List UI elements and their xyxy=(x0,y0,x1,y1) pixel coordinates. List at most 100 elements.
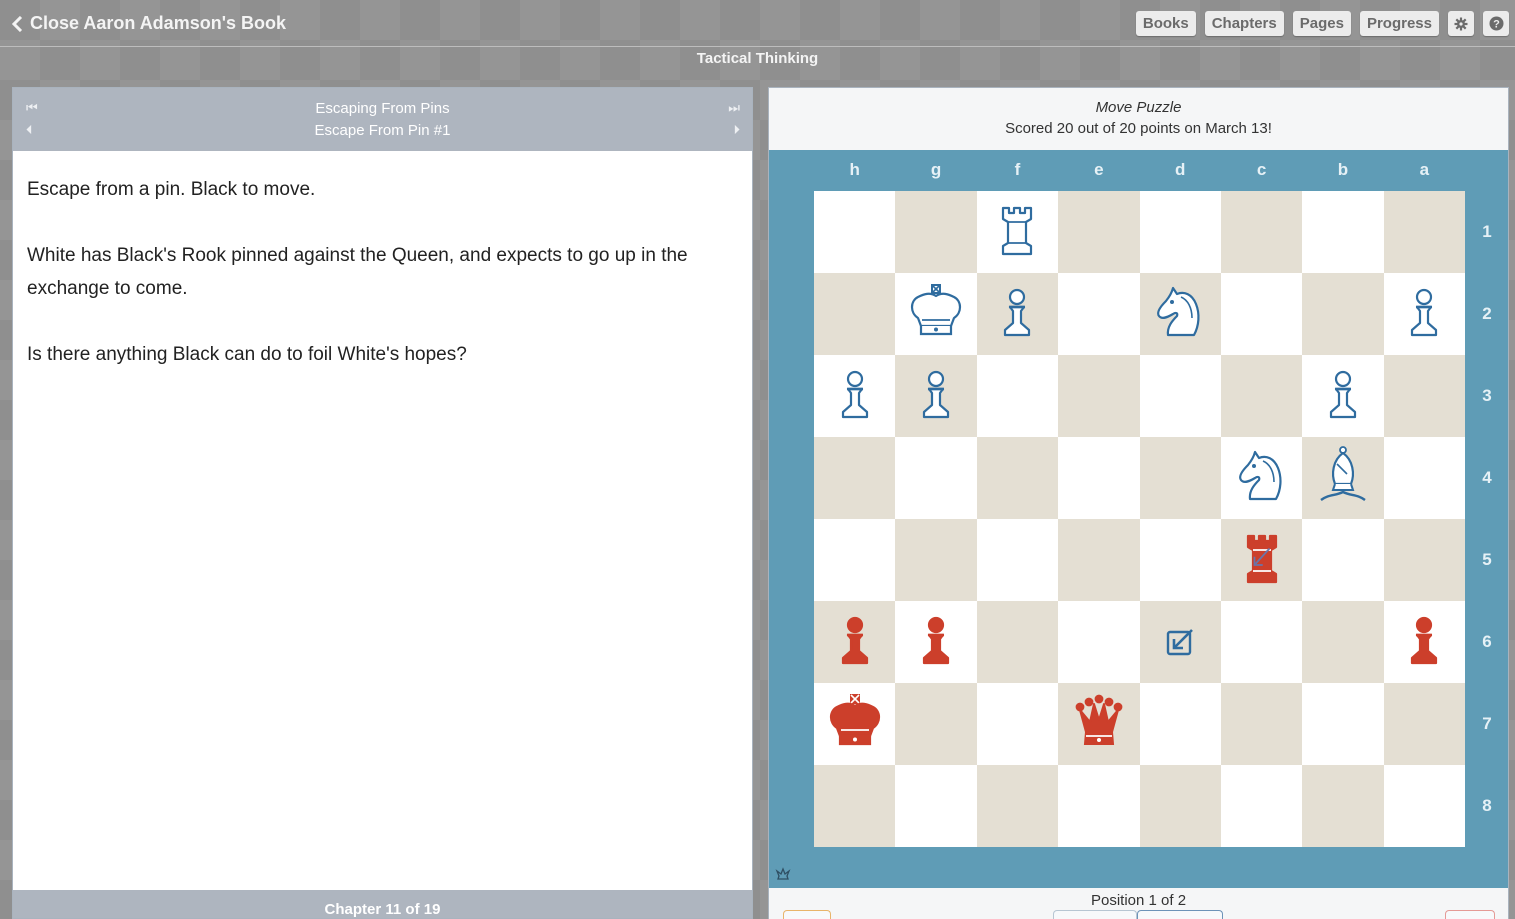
last-section-icon[interactable]: ⏭ xyxy=(728,100,740,116)
square-g3[interactable] xyxy=(895,355,977,437)
chapters-button[interactable]: Chapters xyxy=(1204,11,1284,36)
square-c3[interactable] xyxy=(1220,355,1303,437)
square-d6[interactable] xyxy=(1139,601,1221,683)
footer-button[interactable] xyxy=(1445,910,1495,919)
white-pawn-icon[interactable] xyxy=(823,362,887,431)
white-knight-icon[interactable] xyxy=(1148,280,1212,349)
square-f5[interactable] xyxy=(976,519,1059,601)
square-c4[interactable] xyxy=(1220,437,1303,519)
footer-button[interactable] xyxy=(1053,910,1137,919)
square-h2[interactable] xyxy=(814,273,896,355)
square-g7[interactable] xyxy=(895,683,977,765)
close-book-button[interactable]: Close Aaron Adamson's Book xyxy=(12,13,286,34)
square-g1[interactable] xyxy=(895,191,977,273)
square-b3[interactable] xyxy=(1302,355,1384,437)
square-d4[interactable] xyxy=(1139,437,1221,519)
white-knight-icon[interactable] xyxy=(1230,444,1294,513)
square-e4[interactable] xyxy=(1058,437,1140,519)
file-labels: hgfedcba xyxy=(814,160,1465,180)
square-a1[interactable] xyxy=(1383,191,1465,273)
square-f8[interactable] xyxy=(976,765,1059,847)
black-pawn-icon[interactable] xyxy=(1392,608,1456,677)
next-page-icon[interactable]: ⏵ xyxy=(734,122,741,138)
square-h1[interactable] xyxy=(814,191,896,273)
previous-page-icon[interactable]: ⏴ xyxy=(26,122,33,138)
square-f7[interactable] xyxy=(976,683,1059,765)
square-f6[interactable] xyxy=(976,601,1059,683)
white-rook-icon[interactable] xyxy=(985,198,1049,267)
square-d1[interactable] xyxy=(1139,191,1221,273)
square-a6[interactable] xyxy=(1383,601,1465,683)
white-pawn-icon[interactable] xyxy=(1311,362,1375,431)
white-pawn-icon[interactable] xyxy=(985,280,1049,349)
square-c7[interactable] xyxy=(1220,683,1303,765)
square-b7[interactable] xyxy=(1302,683,1384,765)
square-b5[interactable] xyxy=(1302,519,1384,601)
lesson-paragraph: White has Black's Rook pinned against th… xyxy=(27,245,688,299)
square-b8[interactable] xyxy=(1302,765,1384,847)
lesson-header: Escaping From Pins Escape From Pin #1 ⏮ … xyxy=(13,88,752,151)
square-c6[interactable] xyxy=(1220,601,1303,683)
square-g2[interactable] xyxy=(895,273,977,355)
square-b1[interactable] xyxy=(1302,191,1384,273)
square-b2[interactable] xyxy=(1302,273,1384,355)
black-rook-icon[interactable] xyxy=(1230,526,1294,595)
progress-button[interactable]: Progress xyxy=(1359,11,1439,36)
white-pawn-icon[interactable] xyxy=(1392,280,1456,349)
square-a7[interactable] xyxy=(1383,683,1465,765)
white-bishop-icon[interactable] xyxy=(1311,444,1375,513)
square-f2[interactable] xyxy=(976,273,1059,355)
black-pawn-icon[interactable] xyxy=(823,608,887,677)
help-button[interactable]: ? xyxy=(1483,11,1509,36)
square-e2[interactable] xyxy=(1058,273,1140,355)
square-a4[interactable] xyxy=(1383,437,1465,519)
square-f4[interactable] xyxy=(976,437,1059,519)
lesson-text: Escape from a pin. Black to move. White … xyxy=(13,151,752,426)
books-button[interactable]: Books xyxy=(1135,11,1196,36)
first-section-icon[interactable]: ⏮ xyxy=(26,100,38,116)
square-b6[interactable] xyxy=(1302,601,1384,683)
square-h6[interactable] xyxy=(814,601,896,683)
pages-button[interactable]: Pages xyxy=(1292,11,1351,36)
square-d8[interactable] xyxy=(1139,765,1221,847)
square-a3[interactable] xyxy=(1383,355,1465,437)
square-g6[interactable] xyxy=(895,601,977,683)
square-f1[interactable] xyxy=(976,191,1059,273)
square-f3[interactable] xyxy=(976,355,1059,437)
square-e6[interactable] xyxy=(1058,601,1140,683)
square-h5[interactable] xyxy=(814,519,896,601)
white-king-icon[interactable] xyxy=(904,280,968,349)
square-c8[interactable] xyxy=(1220,765,1303,847)
square-e7[interactable] xyxy=(1058,683,1140,765)
black-pawn-icon[interactable] xyxy=(904,608,968,677)
square-h3[interactable] xyxy=(814,355,896,437)
square-c1[interactable] xyxy=(1220,191,1303,273)
square-g8[interactable] xyxy=(895,765,977,847)
square-h4[interactable] xyxy=(814,437,896,519)
square-e8[interactable] xyxy=(1058,765,1140,847)
square-d5[interactable] xyxy=(1139,519,1221,601)
square-h8[interactable] xyxy=(814,765,896,847)
board-options-icon[interactable] xyxy=(775,866,791,882)
square-e1[interactable] xyxy=(1058,191,1140,273)
black-king-icon[interactable] xyxy=(823,690,887,759)
square-c5[interactable] xyxy=(1220,519,1303,601)
square-d3[interactable] xyxy=(1139,355,1221,437)
square-e5[interactable] xyxy=(1058,519,1140,601)
square-d7[interactable] xyxy=(1139,683,1221,765)
square-g4[interactable] xyxy=(895,437,977,519)
square-e3[interactable] xyxy=(1058,355,1140,437)
white-pawn-icon[interactable] xyxy=(904,362,968,431)
square-b4[interactable] xyxy=(1302,437,1384,519)
square-a8[interactable] xyxy=(1383,765,1465,847)
settings-button[interactable] xyxy=(1448,11,1474,36)
square-c2[interactable] xyxy=(1220,273,1303,355)
square-a2[interactable] xyxy=(1383,273,1465,355)
footer-button[interactable] xyxy=(783,910,831,919)
square-d2[interactable] xyxy=(1139,273,1221,355)
square-a5[interactable] xyxy=(1383,519,1465,601)
footer-button[interactable] xyxy=(1137,910,1223,919)
square-h7[interactable] xyxy=(814,683,896,765)
square-g5[interactable] xyxy=(895,519,977,601)
black-queen-icon[interactable] xyxy=(1067,690,1131,759)
